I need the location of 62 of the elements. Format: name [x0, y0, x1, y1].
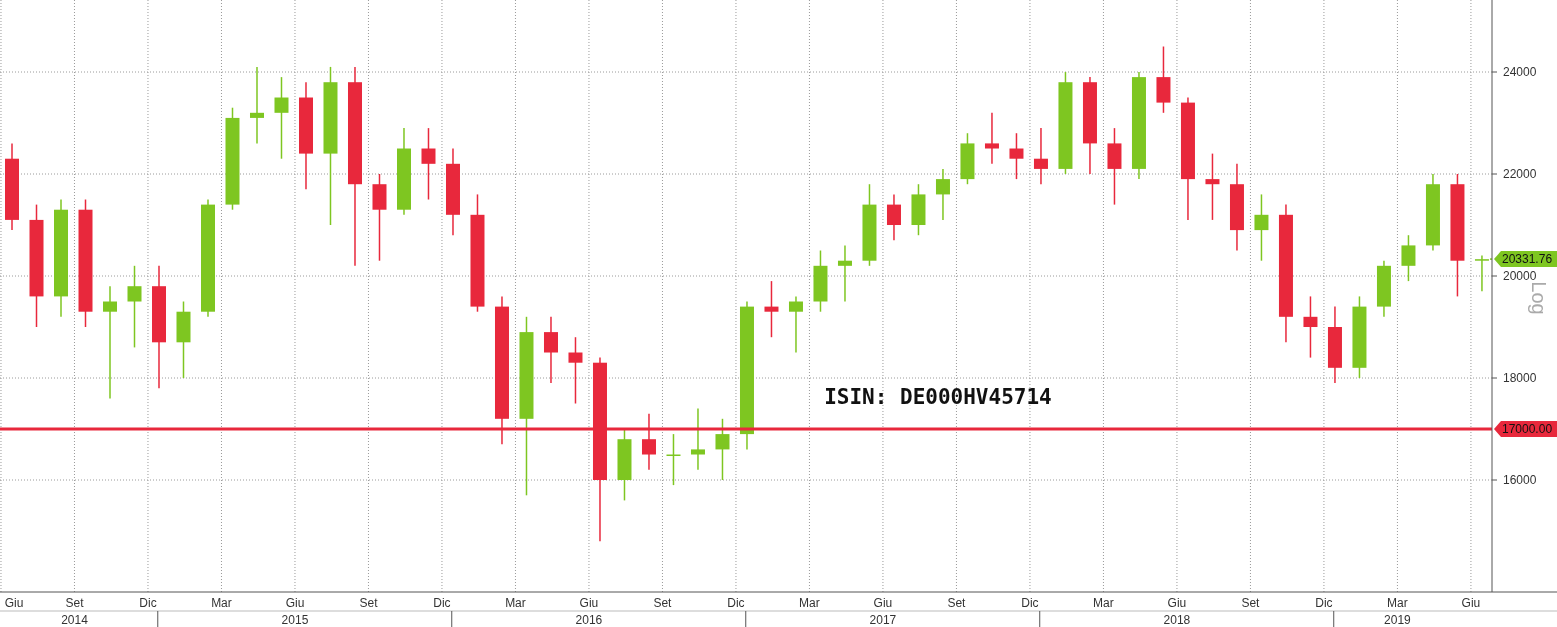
month-label: Mar	[799, 596, 820, 610]
candle	[813, 249, 828, 313]
candle	[1205, 152, 1220, 221]
y-tick-label: 20000	[1503, 269, 1537, 283]
year-label: 2017	[869, 613, 897, 627]
candle	[1376, 259, 1391, 318]
candle	[887, 193, 901, 242]
month-label: Dic	[139, 596, 157, 610]
month-label: Dic	[1315, 596, 1333, 610]
year-label: 2018	[1163, 613, 1191, 627]
candle	[1474, 254, 1489, 293]
month-label: Giu	[285, 596, 305, 610]
candle	[1156, 45, 1171, 114]
year-label: 2016	[575, 613, 603, 627]
candle	[838, 244, 852, 303]
candle	[666, 433, 681, 486]
month-label: Mar	[1387, 596, 1408, 610]
year-label: 2019	[1384, 613, 1411, 627]
year-label: 2015	[281, 613, 309, 627]
candle	[568, 336, 583, 405]
year-label: 2014	[61, 613, 88, 627]
ref-line-label: 17000.00	[1502, 422, 1553, 437]
candle	[1033, 127, 1048, 185]
candle	[1009, 132, 1024, 180]
candle	[935, 168, 950, 221]
candle	[960, 132, 975, 185]
scale-label: Log	[1528, 281, 1550, 315]
month-label: Dic	[433, 596, 451, 610]
candle	[789, 295, 803, 354]
month-label: Giu	[579, 596, 599, 610]
last-price-line	[1489, 258, 1493, 260]
y-tick-label: 24000	[1503, 65, 1537, 79]
month-label: Set	[947, 596, 966, 610]
month-label: Mar	[1093, 596, 1114, 610]
y-tick-label: 22000	[1503, 167, 1537, 181]
candle	[1401, 234, 1416, 282]
isin-label: ISIN: DE000HV45714	[824, 384, 1052, 409]
y-tick-label: 18000	[1503, 371, 1537, 385]
month-label: Mar	[505, 596, 526, 610]
candle	[1254, 193, 1269, 262]
candle	[764, 280, 779, 338]
month-label: Dic	[1021, 596, 1039, 610]
month-label: Mar	[211, 596, 232, 610]
candle	[691, 407, 705, 471]
month-label: Set	[359, 596, 378, 610]
candle	[984, 112, 999, 165]
month-label: Giu	[873, 596, 893, 610]
month-label: Dic	[727, 596, 745, 610]
price-tag: 17000.00	[1494, 421, 1557, 437]
candle	[715, 418, 730, 481]
month-label: Giu	[1461, 596, 1481, 610]
candle	[544, 316, 558, 384]
y-tick-label: 16000	[1503, 473, 1537, 487]
month-label: Set	[65, 596, 84, 610]
price-tag: 20331.76	[1494, 251, 1557, 268]
candle	[642, 412, 656, 471]
month-label: Set	[1241, 596, 1260, 610]
month-label: Giu	[1167, 596, 1187, 610]
month-label: Set	[653, 596, 672, 610]
month-label: Giu	[4, 596, 24, 610]
candle	[911, 183, 926, 236]
candle	[1303, 295, 1318, 359]
